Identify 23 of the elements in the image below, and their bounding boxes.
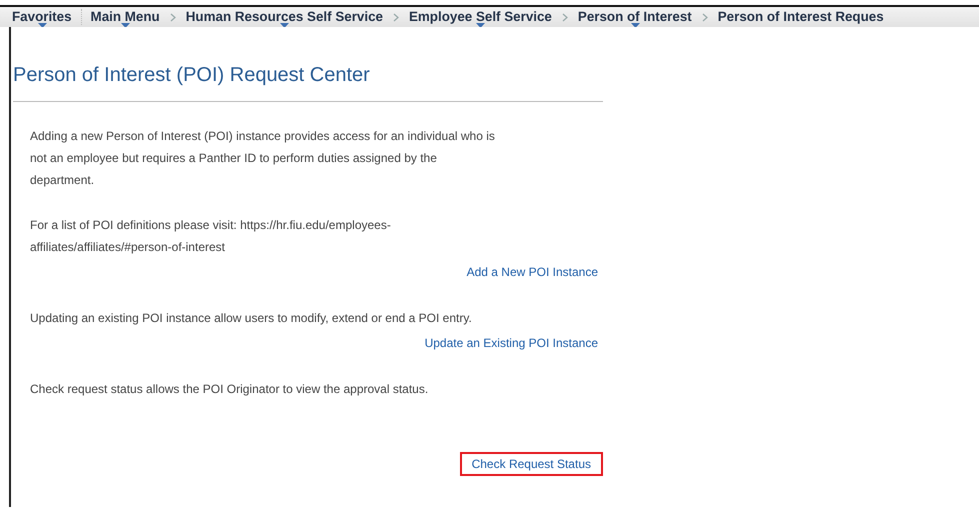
caret-icon (280, 22, 290, 27)
chevron-icon (562, 12, 568, 22)
breadcrumb-link[interactable]: Person of Interest (578, 7, 692, 27)
action-link[interactable]: Update an Existing POI Instance (420, 331, 603, 355)
breadcrumb-link[interactable]: Favorites (12, 7, 72, 27)
description-text: Updating an existing POI instance allow users to modify, extend or end a POI entry. (30, 310, 473, 327)
description-text: Adding a new Person of Interest (POI) instance provides access for an individual who is not an employee but requires a Panther ID to perform duties assigned by the department. (30, 128, 496, 189)
chevron-icon (392, 12, 399, 22)
action-link[interactable]: Check Request Status (460, 452, 603, 476)
description-text: For a list of POI definitions please visit: https://hr.fiu.edu/employees-affiliates/affiliates/#person-of-interest (30, 217, 392, 256)
action-link[interactable]: Add a New POI Instance (462, 260, 603, 284)
caret-icon (121, 22, 130, 27)
caret-icon (630, 22, 640, 27)
breadcrumb-link[interactable]: Employee Self Service (408, 7, 552, 27)
chevron-icon (170, 12, 176, 22)
caret-icon (38, 22, 47, 27)
breadcrumb-link[interactable]: Main Menu (90, 7, 160, 27)
chevron-icon (702, 12, 708, 22)
caret-icon (476, 22, 486, 27)
page-title: Person of Interest (POI) Request Center (13, 63, 371, 88)
breadcrumb-link[interactable]: Human Resources Self Service (186, 7, 383, 27)
description-text: Check request status allows the POI Originator to view the approval status. (30, 381, 430, 398)
breadcrumb-link[interactable]: Person of Interest Reques (718, 7, 884, 27)
